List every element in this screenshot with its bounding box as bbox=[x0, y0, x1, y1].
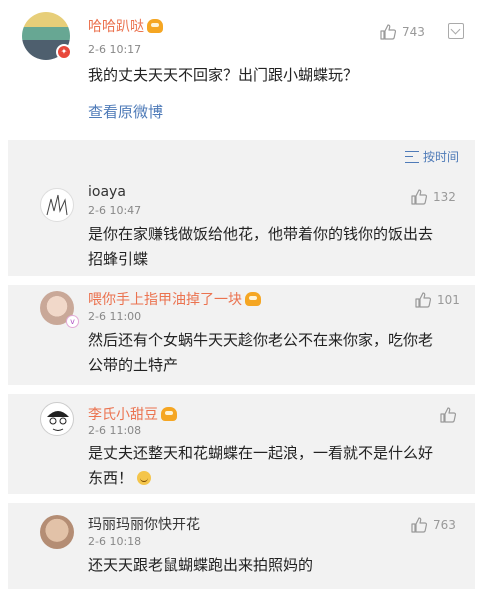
crown-icon bbox=[245, 292, 261, 306]
comment-text-line: 然后还有个女蜗牛天天趁你老公不在来你家，吃你老 bbox=[88, 331, 434, 349]
comment-like-count: 101 bbox=[437, 293, 460, 307]
comment-item: 玛丽玛丽你快开花 2-6 10:18 763 还天天跟老鼠蝴蝶跑出来拍照妈的 bbox=[8, 503, 475, 589]
divider bbox=[8, 385, 475, 394]
post-text: 我的丈夫天天不回家？出门跟小蝴蝶玩？ bbox=[88, 66, 359, 84]
comment-time: 2-6 11:08 bbox=[88, 424, 142, 437]
commenter-name[interactable]: ioaya bbox=[88, 184, 126, 200]
commenter-name-text[interactable]: 李氏小甜豆 bbox=[88, 407, 158, 423]
comment-text-line: 是丈夫还整天和花蝴蝶在一起浪，一看就不是什么好 bbox=[88, 444, 434, 462]
verified-badge-icon: v bbox=[66, 315, 79, 328]
crown-icon bbox=[147, 19, 163, 33]
post-time: 2-6 10:17 bbox=[88, 43, 142, 56]
more-options-icon[interactable] bbox=[448, 23, 464, 39]
comment-like-button[interactable]: 101 bbox=[414, 291, 460, 309]
commenter-name[interactable]: 李氏小甜豆 bbox=[88, 404, 177, 424]
sort-icon bbox=[404, 150, 419, 163]
vip-badge-icon: ✦ bbox=[56, 44, 72, 60]
divider bbox=[8, 276, 475, 285]
smiley-emoji-icon bbox=[137, 471, 152, 485]
commenter-avatar[interactable] bbox=[40, 188, 74, 222]
sort-by-time-button[interactable]: 按时间 bbox=[404, 148, 459, 165]
crown-icon bbox=[161, 407, 177, 421]
comment-text-line: 还天天跟老鼠蝴蝶跑出来拍照妈的 bbox=[88, 556, 314, 574]
comment-time: 2-6 10:18 bbox=[88, 535, 142, 548]
comment-item: 李氏小甜豆 2-6 11:08 是丈夫还整天和花蝴蝶在一起浪，一看就不是什么好 … bbox=[8, 394, 475, 494]
comment-item: ioaya 2-6 10:47 132 是你在家赚钱做饭给他花，他带着你的钱你的… bbox=[8, 172, 475, 276]
sort-label: 按时间 bbox=[422, 150, 459, 164]
post-like-count: 743 bbox=[402, 25, 425, 39]
thumbs-up-icon bbox=[410, 516, 428, 534]
comments-sort-bar: 按时间 bbox=[8, 140, 475, 172]
author-name-text[interactable]: 哈哈趴哒 bbox=[88, 19, 144, 35]
comment-like-button[interactable] bbox=[439, 406, 462, 424]
comment-time: 2-6 10:47 bbox=[88, 204, 142, 217]
thumbs-up-icon bbox=[414, 291, 432, 309]
comment-text-line: 是你在家赚钱做饭给他花，他带着你的钱你的饭出去 bbox=[88, 225, 434, 243]
author-name[interactable]: 哈哈趴哒 bbox=[88, 16, 163, 36]
comment-like-count: 763 bbox=[433, 518, 456, 532]
commenter-avatar[interactable] bbox=[40, 515, 74, 549]
commenter-name[interactable]: 喂你手上指甲油掉了一块 bbox=[88, 289, 261, 309]
commenter-avatar[interactable] bbox=[40, 402, 74, 436]
divider bbox=[8, 494, 475, 503]
post-like-button[interactable]: 743 bbox=[379, 23, 425, 41]
comment-item: v 喂你手上指甲油掉了一块 2-6 11:00 101 然后还有个女蜗牛天天趁你… bbox=[8, 285, 475, 385]
commenter-name[interactable]: 玛丽玛丽你快开花 bbox=[88, 514, 200, 534]
comment-time: 2-6 11:00 bbox=[88, 310, 142, 323]
thumbs-up-icon bbox=[410, 188, 428, 206]
comment-like-button[interactable]: 132 bbox=[410, 188, 456, 206]
comment-text-line: 公带的土特产 bbox=[88, 356, 179, 374]
commenter-name-text[interactable]: 喂你手上指甲油掉了一块 bbox=[88, 292, 242, 308]
comment-like-count: 132 bbox=[433, 190, 456, 204]
thumbs-up-icon bbox=[439, 406, 457, 424]
comment-text-line: 招蜂引蝶 bbox=[88, 250, 149, 268]
comment-text-line-with-emoji: 东西！ bbox=[88, 466, 152, 491]
view-original-link[interactable]: 查看原微博 bbox=[88, 101, 163, 122]
comment-like-button[interactable]: 763 bbox=[410, 516, 456, 534]
thumbs-up-icon bbox=[379, 23, 397, 41]
comment-text: 东西！ bbox=[88, 469, 134, 487]
main-post: ✦ 哈哈趴哒 2-6 10:17 743 我的丈夫天天不回家？出门跟小蝴蝶玩？ … bbox=[0, 0, 485, 140]
